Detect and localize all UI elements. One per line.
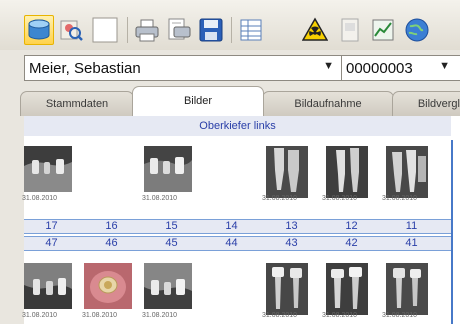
tooth-number[interactable]: 43 (264, 237, 319, 250)
xray-thumbnail[interactable]: 31.08.2010 (262, 261, 317, 319)
xray-image (326, 146, 368, 198)
xray-thumbnail[interactable]: 31.08.2010 (382, 261, 437, 319)
xray-image (24, 263, 72, 309)
tooth-number[interactable]: 15 (144, 220, 199, 233)
toolbar-separator (231, 17, 232, 43)
xray-image (144, 263, 192, 309)
save-icon[interactable] (196, 15, 226, 45)
dropdown-arrow-icon[interactable]: ▼ (439, 60, 450, 72)
tooth-number[interactable]: 47 (24, 237, 79, 250)
xray-image (144, 146, 192, 192)
patient-name: Meier, Sebastian (29, 60, 141, 77)
section-header: Oberkiefer links (24, 116, 451, 136)
tooth-number[interactable]: 41 (384, 237, 439, 250)
tooth-number[interactable]: 12 (324, 220, 379, 233)
blank-document-icon[interactable] (90, 15, 120, 45)
patient-select[interactable]: Meier, Sebastian ▼ (24, 55, 344, 81)
toolbar-separator (127, 17, 128, 43)
xray-thumbnail[interactable]: 31.08.2010 (322, 144, 377, 202)
tooth-number[interactable]: 46 (84, 237, 139, 250)
table-icon[interactable] (236, 15, 266, 45)
intraoral-photo-thumbnail[interactable]: 31.08.2010 (82, 261, 137, 319)
tooth-number[interactable]: 45 (144, 237, 199, 250)
image-date: 31.08.2010 (382, 195, 418, 202)
image-date: 31.08.2010 (22, 195, 58, 202)
tab-bildvergleich[interactable]: Bildvergleich (392, 91, 460, 116)
tab-bar: Stammdaten Bilder Bildaufnahme Bildvergl… (14, 86, 460, 116)
tab-stammdaten[interactable]: Stammdaten (20, 91, 134, 116)
xray-thumbnail[interactable]: 31.08.2010 (262, 144, 317, 202)
xray-thumbnail[interactable]: 31.08.2010 (382, 144, 437, 202)
image-date: 31.08.2010 (382, 312, 418, 319)
tooth-number[interactable]: 42 (324, 237, 379, 250)
xray-image (266, 146, 308, 198)
patient-id: 00000003 (346, 60, 413, 77)
dental-imaging-window: Meier, Sebastian ▼ 00000003 ▼ Stammdaten… (0, 0, 460, 324)
image-date: 31.08.2010 (142, 195, 178, 202)
tooth-number[interactable]: 14 (204, 220, 259, 233)
dropdown-arrow-icon[interactable]: ▼ (323, 60, 334, 72)
image-date: 31.08.2010 (322, 195, 358, 202)
tooth-number[interactable]: 11 (384, 220, 439, 233)
globe-icon[interactable] (402, 15, 432, 45)
xray-image (326, 263, 368, 315)
database-icon[interactable] (24, 15, 54, 45)
tab-bilder[interactable]: Bilder (132, 86, 264, 116)
intraoral-photo (84, 263, 132, 309)
chart-icon[interactable] (368, 15, 398, 45)
toolbar (0, 0, 460, 50)
tooth-number[interactable]: 44 (204, 237, 259, 250)
image-date: 31.08.2010 (322, 312, 358, 319)
xray-image (24, 146, 72, 192)
print-preview-icon[interactable] (164, 15, 194, 45)
tooth-row-upper: 17 16 15 14 13 12 11 (24, 219, 451, 234)
image-date: 31.08.2010 (262, 195, 298, 202)
grid-divider-line (451, 140, 453, 324)
xray-image (386, 263, 428, 315)
image-date: 31.08.2010 (82, 312, 118, 319)
xray-thumbnail[interactable]: 31.08.2010 (22, 144, 77, 202)
document-icon[interactable] (335, 15, 365, 45)
xray-thumbnail[interactable]: 31.08.2010 (142, 261, 197, 319)
xray-thumbnail[interactable]: 31.08.2010 (142, 144, 197, 202)
tooth-number[interactable]: 13 (264, 220, 319, 233)
image-date: 31.08.2010 (22, 312, 58, 319)
tooth-number[interactable]: 16 (84, 220, 139, 233)
radiation-icon[interactable] (300, 15, 330, 45)
xray-image (266, 263, 308, 315)
tab-bildaufnahme[interactable]: Bildaufnahme (262, 91, 394, 116)
section-title: Oberkiefer links (199, 120, 276, 132)
search-person-icon[interactable] (56, 15, 86, 45)
printer-icon[interactable] (132, 15, 162, 45)
image-date: 31.08.2010 (262, 312, 298, 319)
xray-image (386, 146, 428, 198)
xray-thumbnail[interactable]: 31.08.2010 (22, 261, 77, 319)
patient-id-select[interactable]: 00000003 ▼ (341, 55, 460, 81)
image-date: 31.08.2010 (142, 312, 178, 319)
tooth-number[interactable]: 17 (24, 220, 79, 233)
xray-thumbnail[interactable]: 31.08.2010 (322, 261, 377, 319)
tooth-row-lower: 47 46 45 44 43 42 41 (24, 236, 451, 251)
